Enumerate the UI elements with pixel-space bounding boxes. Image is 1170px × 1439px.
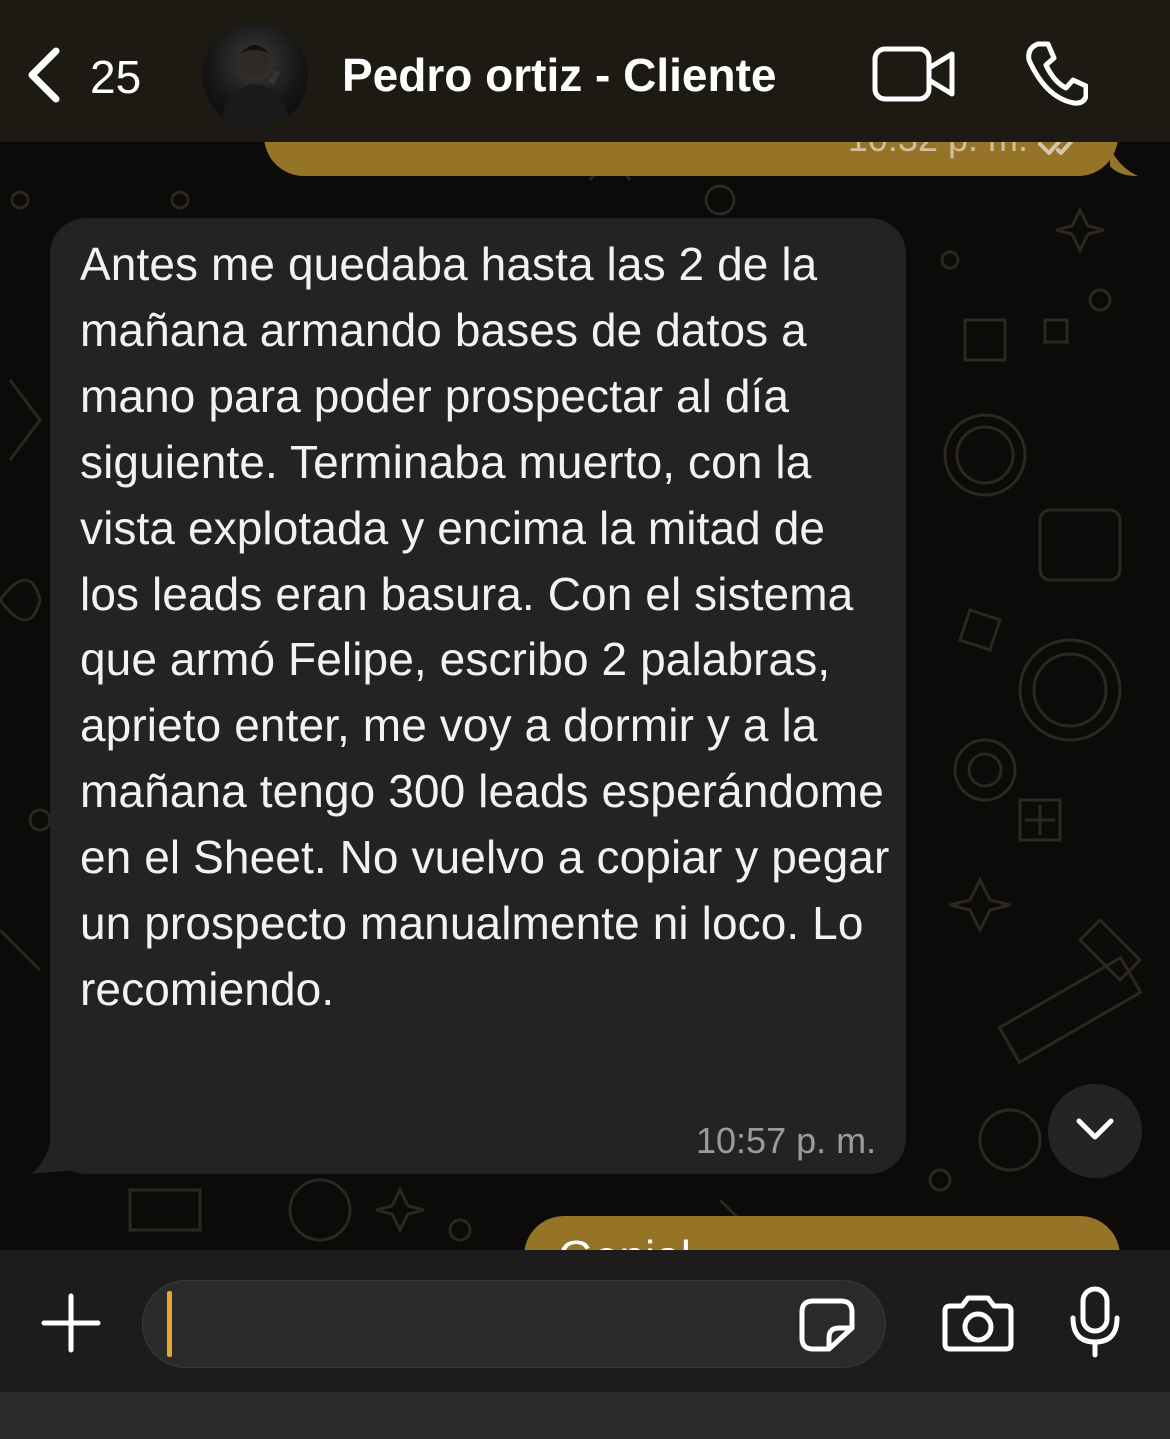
message-input[interactable]: [142, 1280, 886, 1368]
message-text: Antes me quedaba hasta las 2 de la mañan…: [80, 238, 890, 1015]
chevron-left-icon: [22, 43, 66, 112]
plus-icon[interactable]: [40, 1292, 102, 1359]
keyboard-area: [0, 1392, 1170, 1439]
composer-bar: [0, 1250, 1170, 1392]
chevron-down-icon: [1075, 1117, 1115, 1146]
previous-bubble-tail: [1110, 148, 1138, 176]
avatar[interactable]: [202, 22, 308, 128]
back-button[interactable]: 25: [22, 42, 172, 112]
text-caret: [167, 1291, 172, 1357]
sticker-icon[interactable]: [799, 1298, 855, 1357]
message-time: 10:57 p. m.: [696, 1120, 877, 1161]
video-call-icon[interactable]: [872, 44, 956, 109]
scroll-to-bottom-button[interactable]: [1048, 1084, 1142, 1178]
microphone-icon[interactable]: [1068, 1286, 1122, 1363]
phone-icon[interactable]: [1024, 40, 1089, 111]
chat-header: 25 Pedro ortiz - Cliente: [0, 0, 1170, 142]
camera-icon[interactable]: [942, 1294, 1014, 1357]
contact-name[interactable]: Pedro ortiz - Cliente: [342, 48, 776, 102]
unread-count: 25: [90, 51, 142, 103]
